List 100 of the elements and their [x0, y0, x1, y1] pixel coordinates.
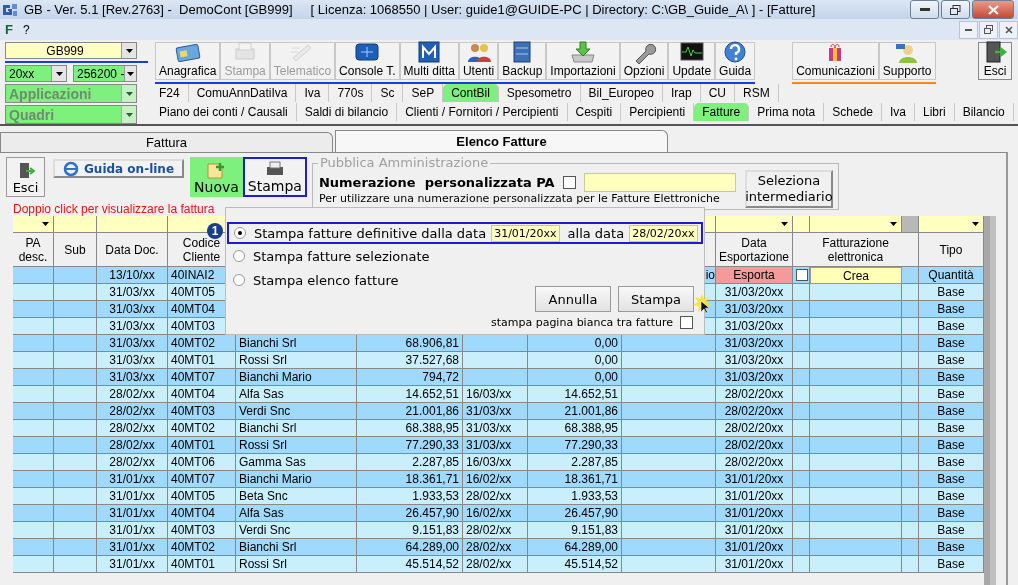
table-cell: 31/01/20xx — [716, 488, 793, 505]
section-tab[interactable]: Piano dei conti / Causali — [151, 102, 297, 121]
restore-button[interactable] — [979, 20, 998, 39]
module-tab[interactable]: Spesometro — [498, 83, 581, 102]
page-tab[interactable]: Fattura — [0, 132, 333, 152]
module-tab[interactable]: ComuAnnDatiIva — [188, 83, 297, 102]
restore-button[interactable] — [941, 0, 970, 19]
export-button[interactable]: Esporta — [716, 267, 793, 284]
module-tab[interactable]: Bil_Europeo — [580, 83, 663, 102]
table-cell — [54, 556, 97, 573]
table-cell — [13, 318, 54, 335]
module-tab[interactable]: Iva — [296, 83, 330, 102]
app-logo-icon — [2, 1, 18, 18]
radio-option[interactable]: Stampa elenco fatture — [233, 272, 399, 288]
section-tab[interactable]: Libri — [915, 102, 955, 121]
filter-cell[interactable] — [13, 216, 54, 233]
close-button[interactable] — [999, 20, 1018, 39]
dropdown-arrow-icon[interactable] — [125, 112, 133, 117]
table-cell — [13, 471, 54, 488]
dropdown-arrow-icon[interactable] — [972, 222, 979, 226]
action-button[interactable]: Stampa — [242, 157, 307, 197]
table-cell: Bianchi Mario — [236, 471, 357, 488]
toolbar-button[interactable]: Anagrafica — [155, 42, 221, 80]
table-cell: 28/02/xx — [463, 556, 528, 573]
section-tab[interactable]: Fatture — [694, 102, 750, 121]
module-tab[interactable]: Irap — [662, 83, 701, 102]
dropdown-arrow-icon[interactable] — [127, 71, 135, 76]
radio-option[interactable]: Stampa fatture definitive dalla data — [234, 225, 487, 241]
online-guide-button[interactable]: Guida on-line — [53, 159, 185, 178]
action-button[interactable]: Esci — [6, 157, 45, 197]
toolbar-button[interactable]: Utenti — [458, 42, 499, 80]
dialog-button[interactable]: Stampa — [618, 286, 694, 312]
dropdown-arrow-icon[interactable] — [890, 222, 897, 226]
section-tab[interactable]: Schede — [824, 102, 882, 121]
dropdown-arrow-icon[interactable] — [125, 91, 133, 96]
toolbar-button[interactable]: Supporto — [878, 42, 936, 80]
exit-button[interactable]: Esci — [978, 42, 1012, 80]
filter-cell[interactable] — [54, 216, 97, 233]
checkbox[interactable] — [562, 176, 576, 189]
filter-cell[interactable] — [810, 216, 902, 233]
dropdown-arrow-icon[interactable] — [55, 71, 63, 76]
module-tab[interactable]: F24 — [151, 83, 189, 102]
radio-button[interactable] — [234, 227, 246, 239]
minimize-button[interactable] — [910, 0, 939, 19]
table-cell — [902, 352, 919, 369]
radio-button[interactable] — [233, 274, 245, 286]
section-tab[interactable]: Cespiti — [567, 102, 622, 121]
toolbar-button[interactable]: Multi ditta — [399, 42, 459, 80]
toolbar-button[interactable]: Guida — [715, 42, 756, 80]
toolbar-button[interactable]: Opzioni — [619, 42, 669, 80]
date-field[interactable]: 31/01/20xx — [491, 224, 560, 242]
table-cell — [793, 335, 810, 352]
create-button[interactable]: Crea — [810, 267, 902, 284]
table-cell: 31/01/20xx — [716, 505, 793, 522]
table-cell — [463, 335, 528, 352]
date-field[interactable]: 28/02/20xx — [629, 224, 698, 242]
table-cell: 28/02/20xx — [716, 454, 793, 471]
module-tab[interactable]: Sc — [372, 83, 404, 102]
dropdown-arrow-icon[interactable] — [125, 48, 133, 53]
section-tab[interactable]: Bilancio — [954, 102, 1014, 121]
toolbar-button[interactable]: Backup — [498, 42, 547, 80]
filter-cell[interactable] — [716, 216, 793, 233]
table-cell: Beta Snc — [236, 488, 357, 505]
dropdown-arrow-icon[interactable] — [781, 222, 788, 226]
section-tab[interactable]: Saldi di bilancio — [296, 102, 398, 121]
toolbar-button[interactable]: Update — [668, 42, 716, 80]
table-cell: 26.457,90 — [357, 505, 463, 522]
company-dropdown[interactable]: GB999 — [5, 42, 137, 59]
module-tab[interactable]: 770s — [329, 83, 373, 102]
menu-item[interactable]: F — [5, 22, 13, 37]
close-button[interactable] — [972, 0, 1014, 19]
minimize-button[interactable] — [959, 20, 978, 39]
close-icon — [987, 4, 999, 15]
radio-button[interactable] — [233, 250, 245, 262]
toolbar-button[interactable]: Comunicazioni — [792, 42, 879, 80]
dialog-button[interactable]: Annulla — [535, 286, 611, 312]
section-tab[interactable]: Clienti / Fornitori / Percipienti — [397, 102, 568, 121]
table-cell: Rossi Srl — [236, 556, 357, 573]
section-tab[interactable]: Iva — [882, 102, 915, 121]
year-dropdown[interactable]: 20xx — [5, 65, 67, 82]
table-cell: Base — [919, 386, 984, 403]
filter-cell[interactable] — [793, 216, 810, 233]
checkbox[interactable] — [680, 315, 693, 329]
section-tab[interactable]: Prima nota — [749, 102, 825, 121]
page-tab[interactable]: Elenco Fatture — [335, 130, 668, 152]
select-intermediary-button[interactable]: Seleziona intermediario — [744, 170, 833, 208]
table-cell: 77.290,33 — [528, 437, 622, 454]
action-button[interactable]: Nuova — [190, 157, 243, 197]
filter-cell[interactable] — [919, 216, 984, 233]
filter-cell[interactable] — [97, 216, 168, 233]
module-tab[interactable]: CU — [700, 83, 735, 102]
radio-option[interactable]: Stampa fatture selezionate — [233, 248, 430, 264]
numbering-field[interactable] — [583, 173, 736, 192]
table-cell: 31/03/xx — [97, 318, 168, 335]
dropdown-arrow-icon[interactable] — [42, 222, 49, 226]
toolbar-button[interactable]: Console T. — [335, 42, 400, 80]
toolbar-button[interactable]: Importazioni — [546, 42, 620, 80]
code-dropdown[interactable]: 256200 - — [73, 65, 137, 82]
menu-item[interactable]: ? — [22, 22, 30, 37]
module-tab[interactable]: RSM — [734, 83, 779, 102]
